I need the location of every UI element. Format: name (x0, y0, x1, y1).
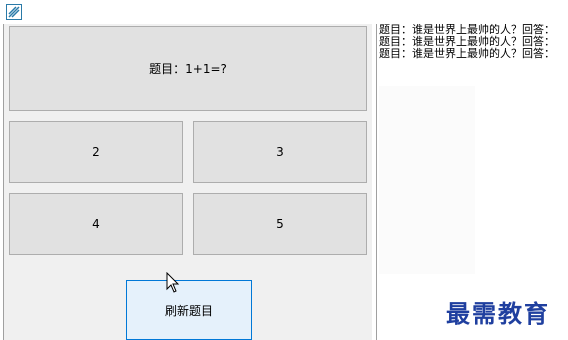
option-button-3[interactable]: 4 (9, 193, 183, 255)
option-button-1[interactable]: 2 (9, 121, 183, 183)
log-empty-area (379, 86, 475, 274)
option-button-4[interactable]: 5 (193, 193, 367, 255)
option-button-2[interactable]: 3 (193, 121, 367, 183)
quiz-panel: 题目：1+1=? 2 3 4 5 刷新题目 (3, 24, 372, 340)
answer-log[interactable]: 题目：谁是世界上最帅的人？回答： 题目：谁是世界上最帅的人？回答： 题目：谁是世… (376, 24, 568, 340)
watermark-logo: 最需教育 (446, 299, 550, 328)
question-button[interactable]: 题目：1+1=? (9, 26, 367, 111)
mouse-cursor-icon (166, 272, 180, 293)
app-icon (6, 4, 22, 20)
log-line: 题目：谁是世界上最帅的人？回答： (379, 47, 555, 60)
refresh-question-button[interactable]: 刷新题目 (126, 280, 252, 340)
